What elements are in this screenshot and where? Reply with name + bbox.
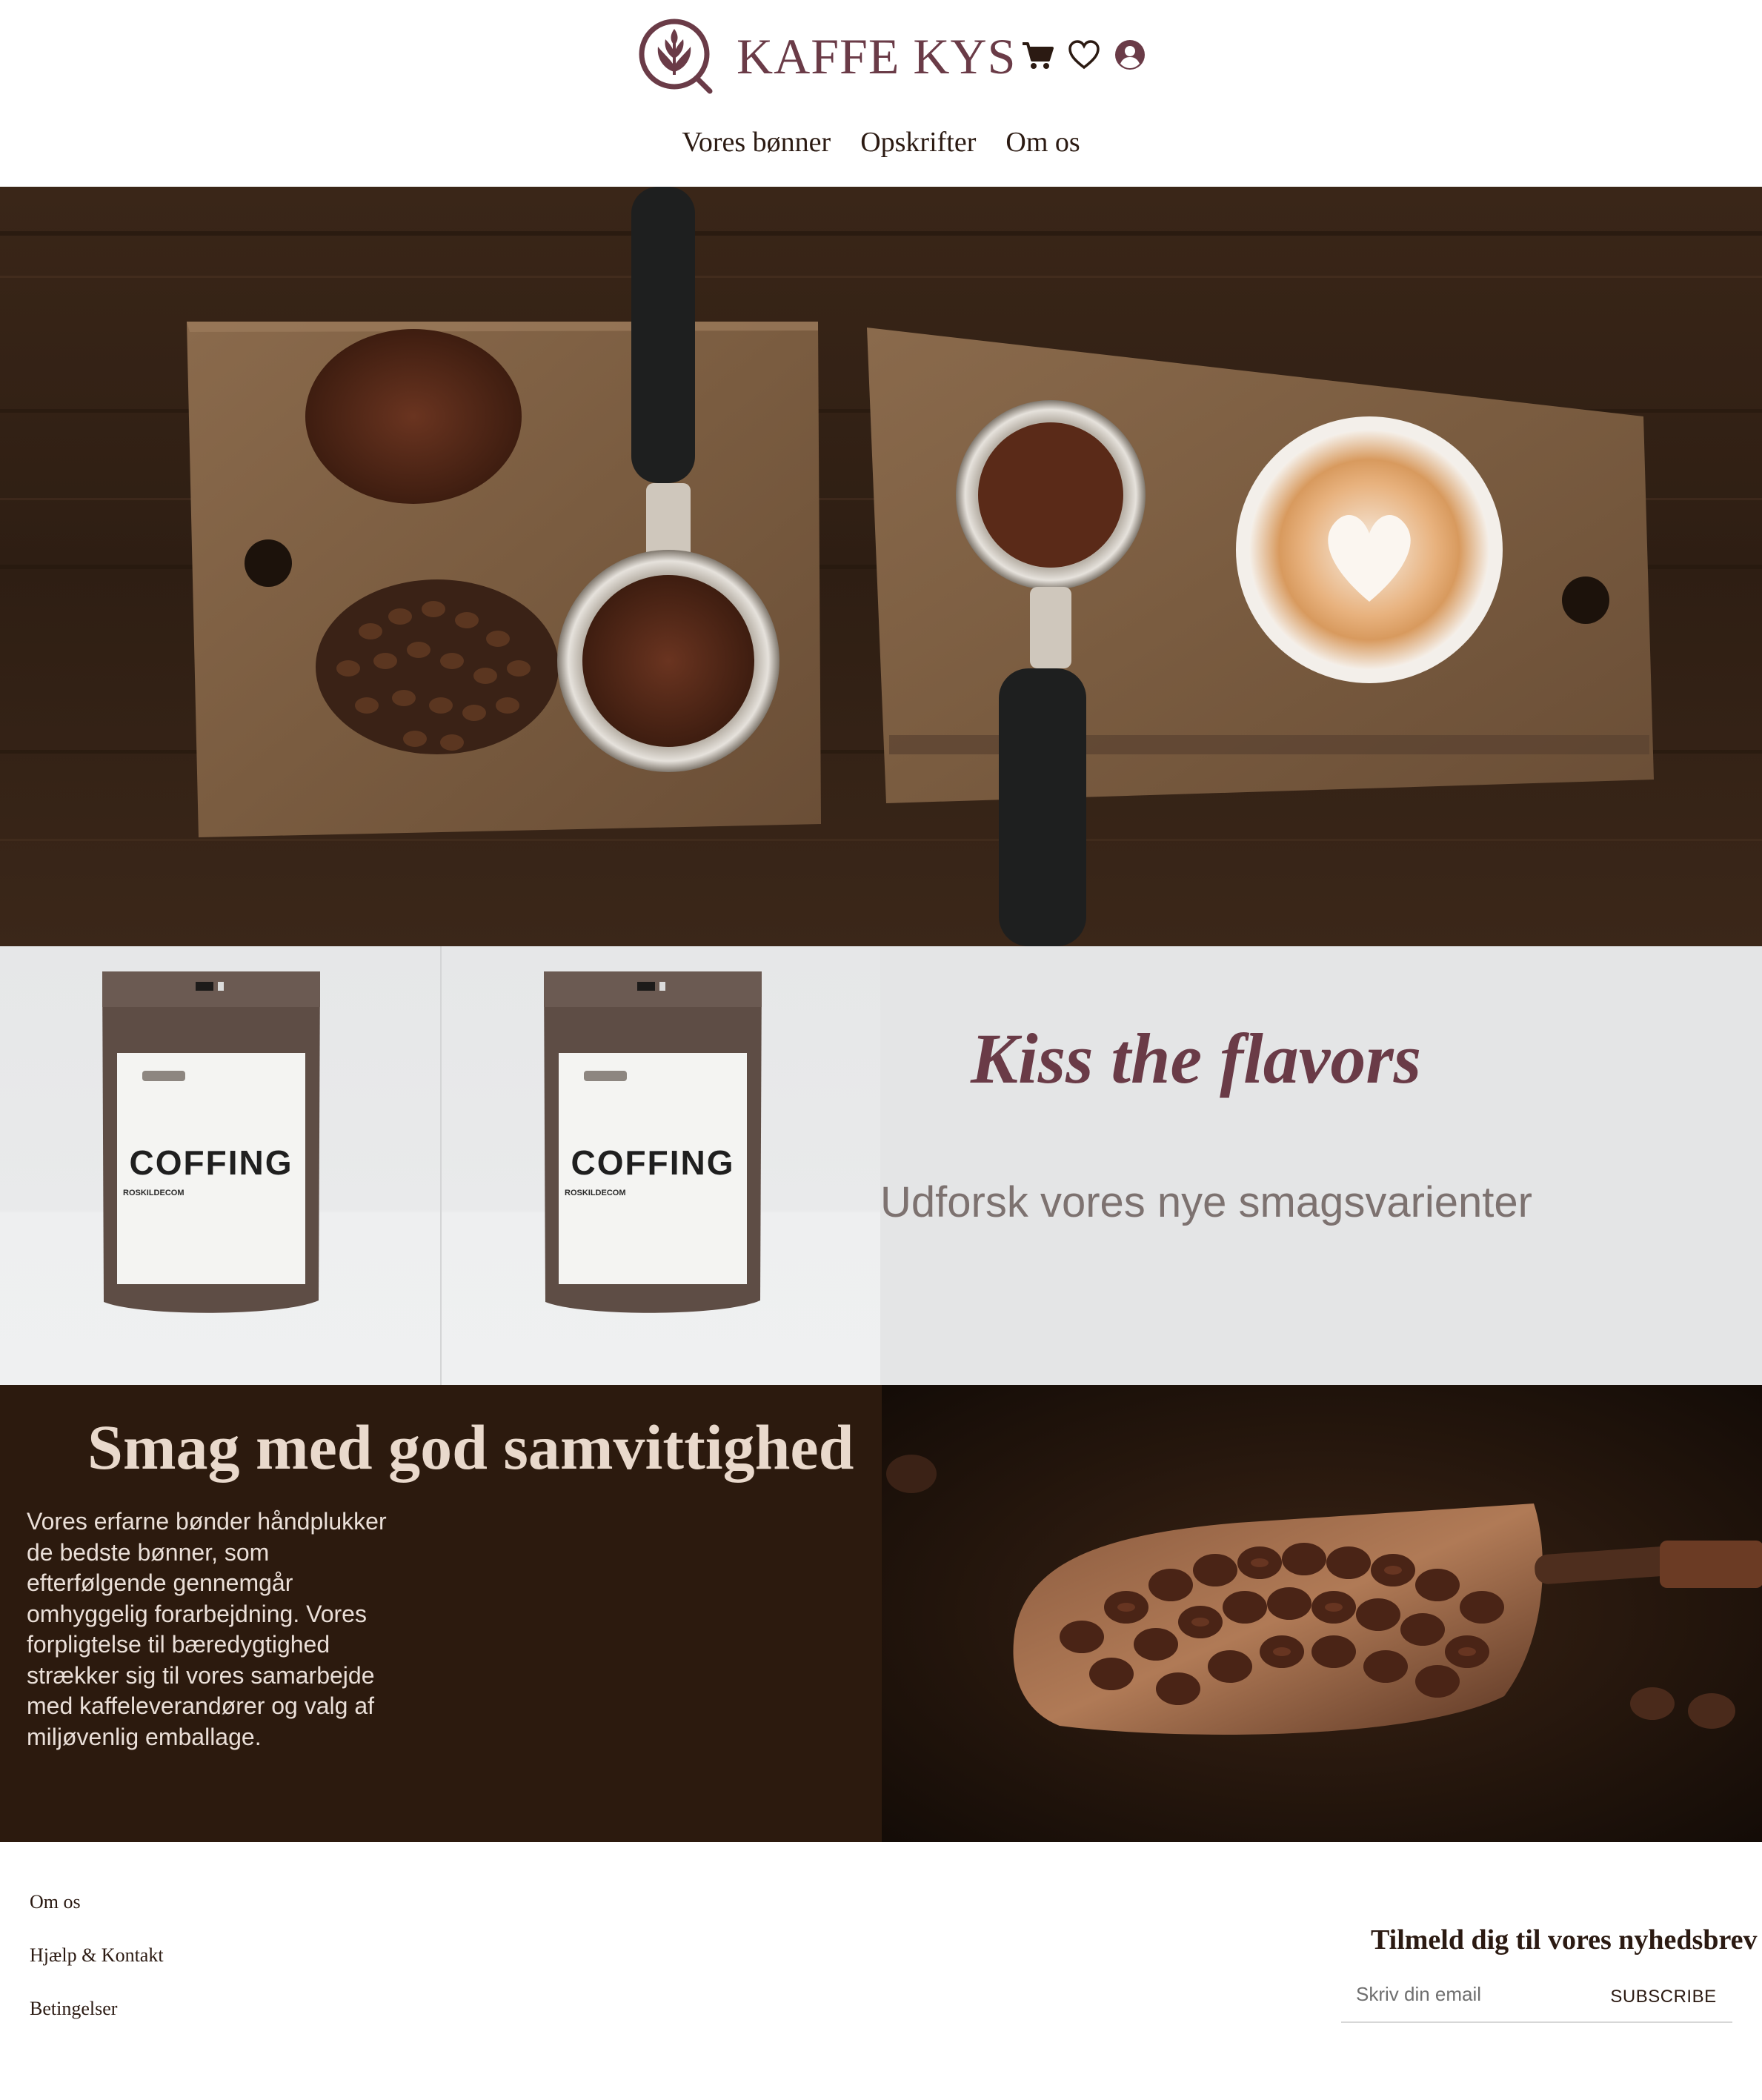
bag-label: COFFING (130, 1143, 293, 1182)
sustainability-text: Vores erfarne bønder håndplukker de beds… (27, 1508, 387, 1750)
flavors-title: Kiss the flavors (971, 1019, 1422, 1098)
heart-icon[interactable] (1067, 38, 1101, 72)
newsletter-form: SUBSCRIBE (1341, 1970, 1732, 2023)
footer-link-hjaelp-kontakt[interactable]: Hjælp & Kontakt (30, 1944, 164, 1967)
product-image[interactable]: COFFING ROSKILDECOM (0, 946, 440, 1385)
footer-link-betingelser[interactable]: Betingelser (30, 1998, 164, 2020)
header-actions (1021, 33, 1147, 77)
sustainability-title: Smag med god samvittighed (87, 1412, 854, 1483)
site-header: KAFFE KYS Vores bønner Opskrifter Om os (0, 0, 1762, 187)
coffee-bag-illustration: COFFING ROSKILDECOM (544, 971, 762, 1313)
hero-image (0, 187, 1762, 946)
user-icon[interactable] (1113, 38, 1147, 72)
nav-item-om-os[interactable]: Om os (1005, 126, 1080, 159)
hero-coffee-boards-illustration (0, 187, 1762, 946)
site-footer: Om os Hjælp & Kontakt Betingelser Tilmel… (0, 1842, 1762, 2100)
main-nav: Vores bønner Opskrifter Om os (0, 126, 1762, 159)
nav-item-vores-bonner[interactable]: Vores bønner (682, 126, 831, 159)
coffee-scoop-image (882, 1385, 1762, 1842)
cart-icon[interactable] (1021, 38, 1055, 72)
sustainability-text-panel: Smag med god samvittighed Vores erfarne … (0, 1385, 882, 1842)
latte-art-logo-icon (639, 19, 713, 94)
flavors-subtitle[interactable]: Udforsk vores nye smagsvarienter (880, 1177, 1532, 1227)
newsletter-email-input[interactable] (1356, 1976, 1578, 2013)
bag-sublabel: ROSKILDECOM (565, 1189, 626, 1197)
coffee-scoop-illustration (882, 1385, 1762, 1842)
newsletter-title: Tilmeld dig til vores nyhedsbrev (1371, 1924, 1758, 1956)
product-image[interactable]: COFFING ROSKILDECOM (440, 946, 880, 1385)
flavors-section: COFFING ROSKILDECOM COFFING ROSKILDECOM … (0, 946, 1762, 1385)
logo[interactable]: KAFFE KYS (637, 16, 1015, 96)
sustainability-section: Smag med god samvittighed Vores erfarne … (0, 1385, 1762, 1842)
bag-label: COFFING (571, 1143, 735, 1182)
footer-link-om-os[interactable]: Om os (30, 1891, 164, 1913)
nav-item-opskrifter[interactable]: Opskrifter (860, 126, 976, 159)
footer-links: Om os Hjælp & Kontakt Betingelser (30, 1891, 164, 2051)
bag-sublabel: ROSKILDECOM (123, 1189, 184, 1197)
brand-name: KAFFE KYS (737, 27, 1017, 84)
coffee-bag-illustration: COFFING ROSKILDECOM (102, 971, 320, 1313)
subscribe-button[interactable]: SUBSCRIBE (1600, 1978, 1726, 2016)
